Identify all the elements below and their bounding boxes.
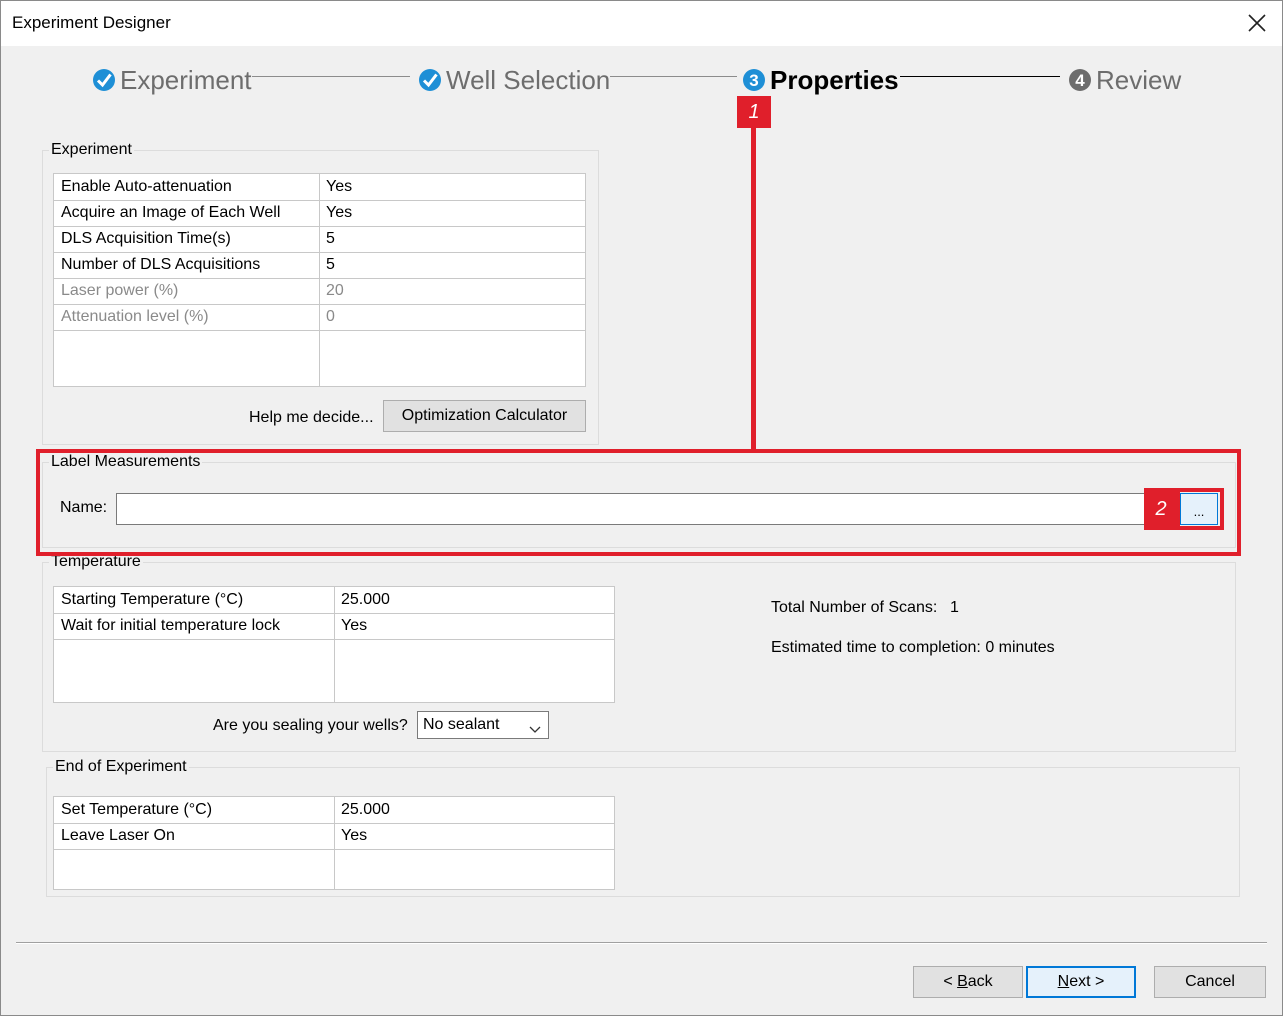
property-value[interactable]: Yes bbox=[319, 200, 585, 226]
step-label: Properties bbox=[770, 64, 899, 95]
sealing-dropdown[interactable]: No sealant bbox=[417, 711, 549, 739]
window-title: Experiment Designer bbox=[12, 13, 171, 32]
property-name: Enable Auto-attenuation bbox=[61, 178, 232, 195]
table-row[interactable]: Set Temperature (°C) 25.000 bbox=[54, 797, 614, 824]
property-name: DLS Acquisition Time(s) bbox=[61, 230, 231, 247]
annotation-browse-highlight bbox=[1176, 488, 1224, 530]
temperature-property-grid[interactable]: Starting Temperature (°C) 25.000 Wait for … bbox=[53, 586, 615, 703]
optimization-calculator-button[interactable]: Optimization Calculator bbox=[383, 400, 586, 432]
property-value[interactable]: 0 bbox=[319, 304, 585, 330]
chevron-down-icon bbox=[529, 721, 541, 739]
property-name: Laser power (%) bbox=[61, 282, 179, 299]
step-label: Well Selection bbox=[446, 64, 611, 95]
annotation-connector bbox=[751, 126, 756, 450]
cancel-button[interactable]: Cancel bbox=[1154, 966, 1266, 998]
number-circle-icon: 3 bbox=[742, 68, 766, 92]
end-of-experiment-property-grid[interactable]: Set Temperature (°C) 25.000 Leave Laser On… bbox=[53, 796, 615, 890]
sealing-selected-value: No sealant bbox=[423, 716, 500, 733]
property-value[interactable]: 20 bbox=[319, 278, 585, 304]
check-circle-icon bbox=[418, 68, 442, 92]
property-value[interactable]: Yes bbox=[319, 174, 585, 200]
title-bar bbox=[0, 0, 1283, 46]
back-button[interactable]: < Back bbox=[913, 966, 1023, 998]
check-circle-icon bbox=[92, 68, 116, 92]
sealing-question: Are you sealing your wells? bbox=[213, 717, 408, 734]
step-connector bbox=[252, 76, 410, 77]
annotation-highlight-box bbox=[36, 449, 1241, 556]
step-properties[interactable]: 3 Properties bbox=[742, 62, 899, 98]
number-circle-icon: 4 bbox=[1068, 68, 1092, 92]
table-row[interactable]: Number of DLS Acquisitions 5 bbox=[54, 252, 585, 279]
property-name: Starting Temperature (°C) bbox=[61, 591, 244, 608]
next-button[interactable]: Next > bbox=[1026, 966, 1136, 998]
svg-text:3: 3 bbox=[749, 71, 758, 90]
footer-separator bbox=[16, 942, 1267, 944]
group-title: Experiment bbox=[49, 141, 134, 159]
step-connector bbox=[610, 76, 737, 77]
step-label: Review bbox=[1096, 64, 1182, 95]
table-row[interactable]: Enable Auto-attenuation Yes bbox=[54, 174, 585, 201]
table-row[interactable]: Laser power (%) 20 bbox=[54, 278, 585, 305]
annotation-badge-2: 2 bbox=[1144, 488, 1178, 530]
property-name: Set Temperature (°C) bbox=[61, 801, 213, 818]
table-row[interactable]: Attenuation level (%) 0 bbox=[54, 304, 585, 331]
property-value[interactable]: 5 bbox=[319, 226, 585, 252]
total-scans-label: Total Number of Scans: bbox=[771, 599, 938, 616]
total-scans-value: 1 bbox=[950, 599, 959, 616]
step-label: Experiment bbox=[120, 64, 252, 95]
annotation-badge-1: 1 bbox=[737, 96, 771, 128]
property-name: Leave Laser On bbox=[61, 827, 175, 844]
property-value[interactable]: Yes bbox=[334, 823, 614, 849]
property-name: Attenuation level (%) bbox=[61, 308, 209, 325]
table-row[interactable]: Wait for initial temperature lock Yes bbox=[54, 613, 614, 640]
step-connector bbox=[900, 76, 1060, 77]
step-experiment[interactable]: Experiment bbox=[92, 62, 252, 98]
group-title: End of Experiment bbox=[53, 758, 189, 776]
property-value[interactable]: 25.000 bbox=[334, 797, 614, 823]
property-value[interactable]: 5 bbox=[319, 252, 585, 278]
property-name: Acquire an Image of Each Well bbox=[61, 204, 281, 221]
estimated-time: Estimated time to completion: 0 minutes bbox=[771, 639, 1055, 656]
step-review[interactable]: 4 Review bbox=[1068, 62, 1181, 98]
step-well-selection[interactable]: Well Selection bbox=[418, 62, 610, 98]
property-value[interactable]: Yes bbox=[334, 613, 614, 639]
property-name: Wait for initial temperature lock bbox=[61, 617, 281, 634]
svg-text:4: 4 bbox=[1075, 71, 1085, 90]
table-row[interactable]: DLS Acquisition Time(s) 5 bbox=[54, 226, 585, 253]
help-text[interactable]: Help me decide... bbox=[249, 409, 374, 427]
property-name: Number of DLS Acquisitions bbox=[61, 256, 261, 273]
close-icon[interactable] bbox=[1246, 12, 1268, 34]
table-row[interactable]: Starting Temperature (°C) 25.000 bbox=[54, 587, 614, 614]
experiment-property-grid[interactable]: Enable Auto-attenuation Yes Acquire an Ima… bbox=[53, 173, 586, 387]
table-row[interactable]: Acquire an Image of Each Well Yes bbox=[54, 200, 585, 227]
table-row[interactable]: Leave Laser On Yes bbox=[54, 823, 614, 850]
property-value[interactable]: 25.000 bbox=[334, 587, 614, 613]
